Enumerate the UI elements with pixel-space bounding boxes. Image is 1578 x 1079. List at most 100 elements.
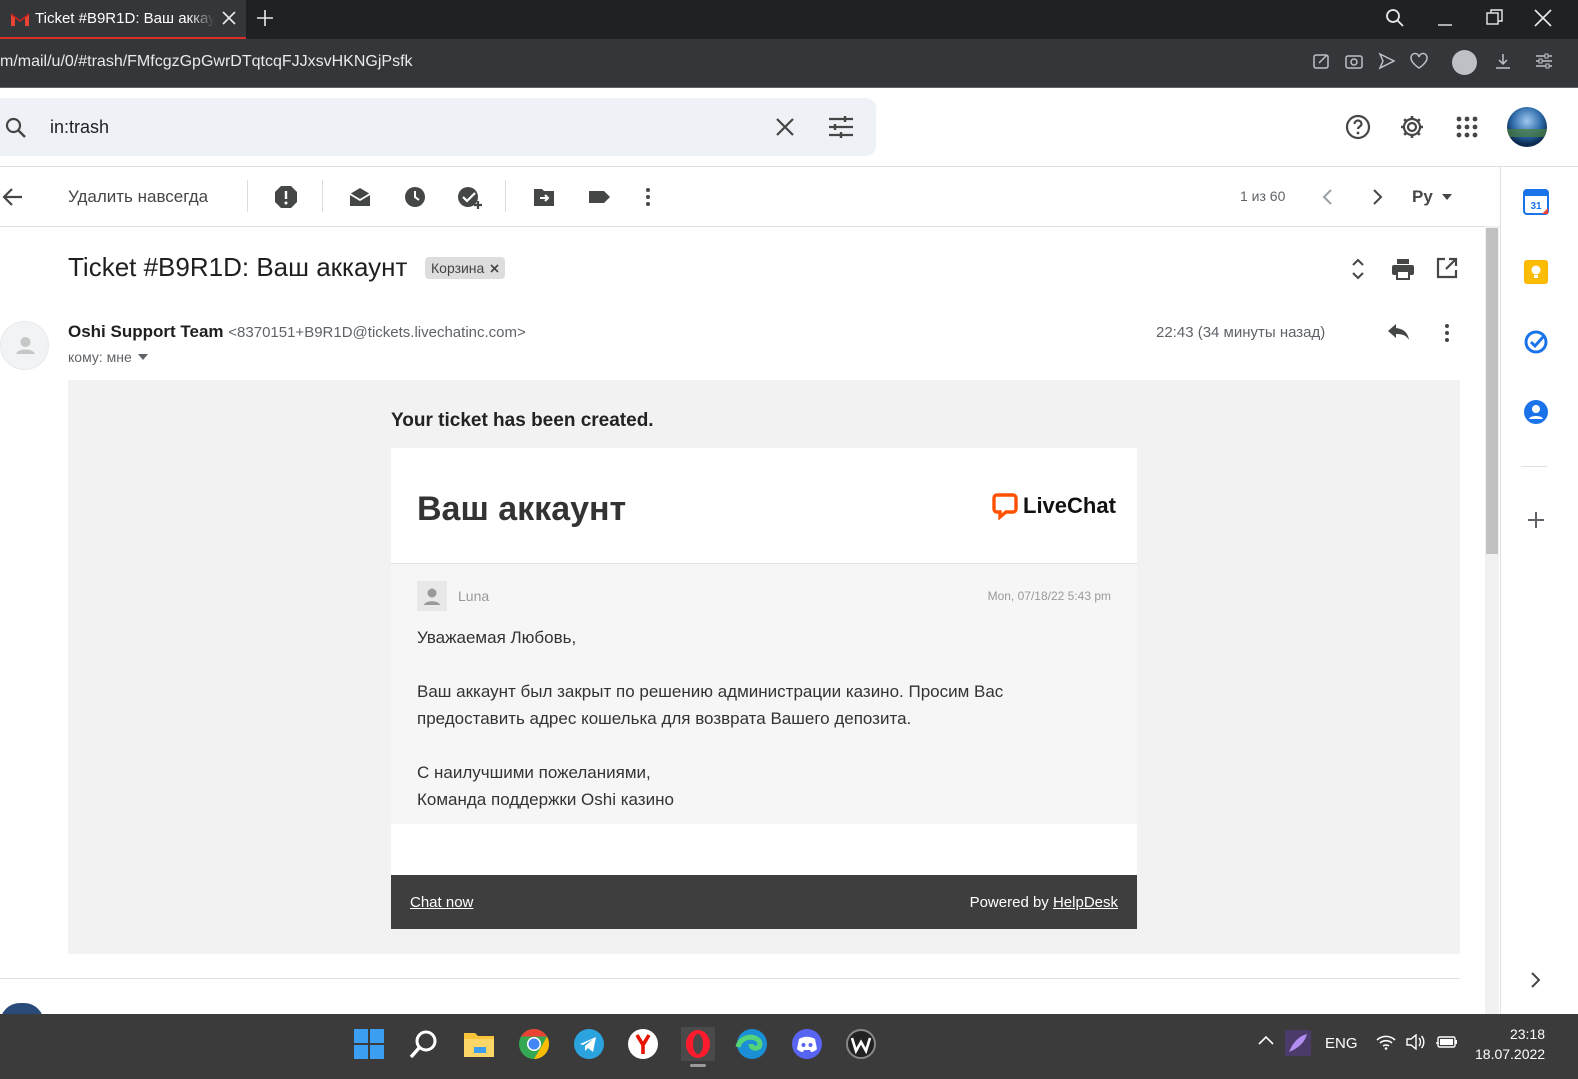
- search-input[interactable]: in:trash: [50, 117, 109, 138]
- remove-label-icon[interactable]: [490, 263, 499, 273]
- sender-address: <8370151+B9R1D@tickets.livechatinc.com>: [228, 324, 526, 341]
- tab-title: Ticket #B9R1D: Ваш аккаунт: [35, 10, 215, 27]
- tasks-icon[interactable]: [1523, 329, 1549, 355]
- opera-icon[interactable]: [681, 1027, 715, 1061]
- google-apps-icon[interactable]: [1456, 116, 1478, 138]
- windows-start-icon[interactable]: [352, 1027, 386, 1061]
- language-indicator[interactable]: ENG: [1325, 1035, 1358, 1052]
- address-bar: m/mail/u/0/#trash/FMfcgzGpGwrDTqtcqFJJxs…: [0, 39, 1578, 88]
- snooze-clock-icon[interactable]: [403, 185, 427, 209]
- browser-tab[interactable]: Ticket #B9R1D: Ваш аккаунт: [0, 0, 246, 39]
- open-in-new-window-icon[interactable]: [1436, 257, 1458, 279]
- back-arrow-icon[interactable]: [2, 187, 24, 207]
- label-icon[interactable]: [587, 185, 611, 209]
- add-to-tasks-icon[interactable]: [457, 185, 483, 211]
- url-field[interactable]: m/mail/u/0/#trash/FMfcgzGpGwrDTqtcqFJJxs…: [0, 53, 413, 71]
- help-icon[interactable]: [1345, 114, 1371, 140]
- caret-down-icon[interactable]: [1441, 193, 1453, 201]
- contacts-icon[interactable]: [1523, 399, 1549, 425]
- expand-all-icon[interactable]: [1350, 256, 1366, 282]
- feather-app-icon[interactable]: [1285, 1030, 1311, 1056]
- gmail-icon: [10, 11, 30, 27]
- close-window-icon[interactable]: [1534, 8, 1552, 28]
- reply-icon[interactable]: [1386, 322, 1410, 342]
- mark-unread-icon[interactable]: [348, 185, 372, 209]
- clear-search-icon[interactable]: [775, 117, 795, 137]
- sender-line: Oshi Support Team <8370151+B9R1D@tickets…: [68, 322, 526, 342]
- yandex-browser-icon[interactable]: [626, 1027, 660, 1061]
- profile-avatar[interactable]: [1452, 50, 1477, 75]
- search-icon[interactable]: [4, 116, 28, 140]
- ticket-created-heading: Your ticket has been created.: [391, 410, 654, 431]
- add-addon-icon[interactable]: [1526, 510, 1546, 530]
- battery-icon[interactable]: [1435, 1034, 1459, 1050]
- active-app-indicator: [690, 1064, 706, 1067]
- edge-icon[interactable]: [735, 1027, 769, 1061]
- snapshot-edit-icon[interactable]: [1313, 52, 1331, 70]
- camera-icon[interactable]: [1345, 52, 1363, 70]
- clock-date: 18.07.2022: [1475, 1046, 1546, 1062]
- message-date: Mon, 07/18/22 5:43 pm: [987, 589, 1111, 603]
- wolfteam-icon[interactable]: [844, 1027, 878, 1061]
- email-subject: Ticket #B9R1D: Ваш аккаунт: [68, 252, 408, 282]
- discord-icon[interactable]: [790, 1027, 824, 1061]
- scrollbar-thumb[interactable]: [1486, 228, 1498, 554]
- new-tab-icon[interactable]: [256, 9, 274, 27]
- card-footer: Chat now Powered by HelpDesk: [391, 875, 1137, 929]
- close-tab-icon[interactable]: [222, 11, 236, 25]
- print-icon[interactable]: [1391, 257, 1415, 281]
- restore-icon[interactable]: [1486, 8, 1504, 28]
- telegram-icon[interactable]: [572, 1027, 606, 1061]
- chat-bubble-icon: [991, 492, 1019, 520]
- signature-line: Команда поддержки Oshi казино: [417, 790, 674, 809]
- toolbar-divider: [322, 180, 323, 212]
- message-text: Уважаемая Любовь, Ваш аккаунт был закрыт…: [417, 624, 1097, 813]
- chevron-right-icon[interactable]: [1369, 188, 1385, 206]
- easy-setup-icon[interactable]: [1535, 52, 1553, 70]
- account-avatar[interactable]: [1507, 107, 1547, 147]
- heart-icon[interactable]: [1410, 52, 1428, 70]
- side-panel-divider: [1521, 466, 1547, 467]
- search-bar[interactable]: in:trash: [0, 98, 876, 156]
- helpdesk-link[interactable]: HelpDesk: [1053, 894, 1118, 911]
- settings-gear-icon[interactable]: [1399, 114, 1425, 140]
- trash-label-chip[interactable]: Корзина: [425, 257, 506, 279]
- delete-forever-button[interactable]: Удалить навсегда: [68, 187, 208, 207]
- send-icon[interactable]: [1378, 52, 1396, 70]
- card-title: Ваш аккаунт: [417, 490, 627, 528]
- tray-overflow-icon[interactable]: [1258, 1035, 1274, 1045]
- chrome-icon[interactable]: [517, 1027, 551, 1061]
- clock-time: 23:18: [1509, 1026, 1545, 1042]
- input-tools-button[interactable]: Ру: [1412, 187, 1433, 207]
- livechat-logo: LiveChat: [991, 492, 1116, 520]
- greeting: Уважаемая Любовь,: [417, 628, 577, 647]
- move-to-icon[interactable]: [532, 185, 556, 209]
- download-icon[interactable]: [1494, 52, 1512, 70]
- label-text: Корзина: [431, 260, 485, 276]
- side-panel: [1500, 167, 1578, 1014]
- expand-panel-icon[interactable]: [1528, 971, 1542, 989]
- system-clock[interactable]: 23:18 18.07.2022: [1475, 1024, 1545, 1064]
- brand-name: LiveChat: [1023, 493, 1116, 518]
- minimize-icon[interactable]: [1437, 8, 1453, 28]
- keep-icon[interactable]: [1523, 259, 1549, 285]
- wifi-icon[interactable]: [1376, 1034, 1396, 1050]
- browser-search-icon[interactable]: [1385, 8, 1405, 28]
- caret-down-icon[interactable]: [137, 354, 148, 360]
- chevron-left-icon[interactable]: [1320, 188, 1336, 206]
- toolbar-divider: [247, 180, 248, 212]
- message-more-icon[interactable]: [1443, 322, 1451, 344]
- report-spam-icon[interactable]: [274, 185, 298, 209]
- sender-avatar[interactable]: [0, 321, 49, 370]
- more-vert-icon[interactable]: [644, 185, 652, 209]
- file-explorer-icon[interactable]: [462, 1027, 496, 1061]
- chat-now-link[interactable]: Chat now: [410, 894, 473, 911]
- volume-icon[interactable]: [1405, 1034, 1425, 1050]
- powered-by: Powered by HelpDesk: [970, 894, 1118, 911]
- message-box: Luna Mon, 07/18/22 5:43 pm Уважаемая Люб…: [391, 564, 1137, 824]
- search-options-icon[interactable]: [828, 115, 854, 139]
- search-taskbar-icon[interactable]: [407, 1027, 441, 1061]
- sender-name[interactable]: Oshi Support Team: [68, 322, 224, 341]
- recipient-details[interactable]: кому: мне: [68, 349, 148, 365]
- calendar-icon[interactable]: 31: [1523, 189, 1549, 215]
